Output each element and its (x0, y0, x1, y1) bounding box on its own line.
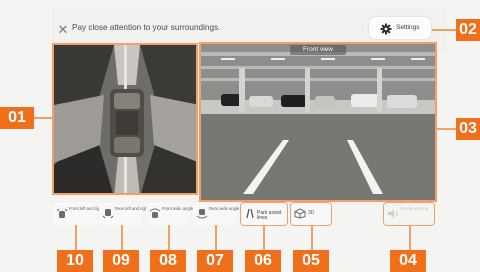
rear-wide-angle-button[interactable]: Rear wide angle (193, 203, 239, 225)
callout-10: 10 (57, 250, 93, 272)
front-left-right-button[interactable]: Front left and right (53, 203, 103, 225)
close-icon[interactable]: ✕ (56, 23, 70, 37)
callout-04: 04 (390, 250, 426, 272)
callout-line (432, 29, 458, 31)
callout-02: 02 (456, 19, 480, 41)
car-rear-wide-icon (196, 209, 208, 219)
gear-icon (380, 22, 392, 35)
surround-view-panel[interactable] (52, 43, 198, 195)
callout-08: 08 (150, 250, 186, 272)
surround-view-image (54, 45, 196, 193)
button-label: Rear left and right (115, 206, 149, 211)
callout-line (34, 117, 54, 119)
callout-line (121, 225, 123, 250)
callout-line (311, 226, 313, 250)
callout-line (75, 225, 77, 250)
callout-05: 05 (293, 250, 329, 272)
car-front-wide-icon (149, 208, 161, 218)
car-front-corners-icon (56, 208, 68, 218)
sound-warning-button[interactable]: Sound warning (383, 202, 435, 226)
park-assist-lines-button[interactable]: Park assist lines (240, 202, 288, 226)
parking-lines-icon (246, 208, 254, 219)
front-view-title: Front view (290, 45, 346, 55)
rear-left-right-button[interactable]: Rear left and right (99, 203, 148, 225)
button-label: Front left and right (69, 206, 103, 211)
button-label: Park assist lines (257, 210, 282, 221)
callout-line (168, 225, 170, 250)
callout-line (215, 225, 217, 250)
callout-line (409, 226, 411, 250)
settings-label: Settings (396, 24, 420, 31)
callout-06: 06 (245, 250, 281, 272)
callout-03: 03 (456, 118, 480, 140)
callout-line (437, 128, 457, 130)
button-label: Sound warning (400, 206, 428, 211)
callout-07: 07 (197, 250, 233, 272)
callout-01: 01 (0, 107, 34, 129)
front-view-panel[interactable] (199, 42, 437, 202)
button-label: Rear wide angle (209, 206, 240, 211)
front-wide-angle-button[interactable]: Front wide angle (146, 203, 193, 225)
3d-view-icon (294, 208, 306, 219)
notice-text: Pay close attention to your surroundings… (72, 23, 221, 32)
3d-view-button[interactable]: 3D (290, 202, 332, 226)
car-rear-corners-icon (102, 209, 114, 219)
button-label: Front wide angle (162, 206, 193, 211)
callout-line (263, 226, 265, 250)
button-label: 3D (308, 210, 315, 216)
callout-09: 09 (103, 250, 139, 272)
front-view-image (201, 44, 435, 200)
speaker-icon (388, 209, 398, 218)
